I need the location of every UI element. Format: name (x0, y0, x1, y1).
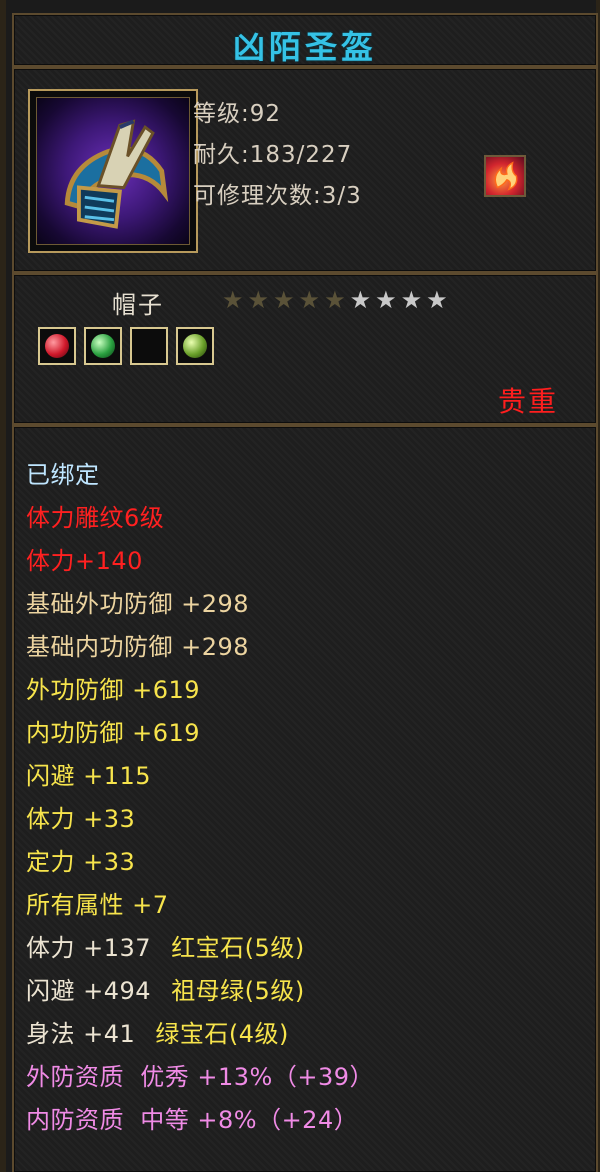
attr-dodge: 闪避 +115 (26, 762, 152, 790)
gem-slot-1[interactable] (38, 327, 76, 365)
star-rating: ★ ★ ★ ★ ★ ★ ★ ★ ★ (222, 287, 448, 313)
attr-gem-3-source: 绿宝石(4级) (155, 1020, 289, 1048)
green-gem-icon (91, 334, 115, 358)
attr-engrave-bonus: 体力+140 (26, 547, 143, 575)
attr-inner-aptitude: 内防资质 中等 +8%（+24） (26, 1106, 359, 1134)
attr-gem-2-value: 闪避 +494 (26, 977, 160, 1005)
helmet-graphic (64, 119, 169, 229)
title-bar: 凶陌圣盔 (12, 13, 598, 67)
attr-outer-def: 外功防御 +619 (26, 676, 201, 704)
rarity-label: 贵重 (498, 385, 559, 418)
attr-gem-3: 身法 +41 绿宝石(4级) (26, 1014, 289, 1049)
attr-gem-1-value: 体力 +137 (26, 934, 160, 962)
attr-outer-aptitude: 外防资质 优秀 +13%（+39） (26, 1063, 374, 1091)
star-icon: ★ (375, 286, 397, 314)
attr-engrave: 体力雕纹6级 (26, 504, 165, 532)
bind-status: 已绑定 (26, 461, 100, 489)
gem-slot-3[interactable] (130, 327, 168, 365)
flame-crest-icon[interactable] (484, 155, 526, 197)
item-info-panel (12, 67, 598, 273)
attr-focus: 定力 +33 (26, 848, 136, 876)
attr-gem-2: 闪避 +494 祖母绿(5级) (26, 971, 305, 1006)
attr-all-stats: 所有属性 +7 (26, 891, 169, 919)
gem-slot-2[interactable] (84, 327, 122, 365)
item-name: 凶陌圣盔 (232, 28, 377, 66)
helmet-icon (36, 97, 190, 245)
attr-gem-1: 体力 +137 红宝石(5级) (26, 928, 305, 963)
star-icon: ★ (247, 286, 270, 314)
item-durability: 耐久:183/227 (193, 142, 353, 168)
star-icon: ★ (400, 286, 423, 314)
attr-base-outer-def: 基础外功防御 +298 (26, 590, 250, 618)
star-icon: ★ (426, 286, 448, 314)
item-repair-count: 可修理次数:3/3 (193, 183, 362, 209)
attr-gem-2-source: 祖母绿(5级) (171, 977, 305, 1005)
attr-inner-def: 内功防御 +619 (26, 719, 201, 747)
star-icon: ★ (324, 286, 346, 314)
olive-gem-icon (183, 334, 207, 358)
star-icon: ★ (273, 286, 295, 314)
red-gem-icon (45, 334, 69, 358)
gem-slot-4[interactable] (176, 327, 214, 365)
item-icon-frame (28, 89, 198, 253)
gem-slots (38, 327, 214, 365)
attr-stamina: 体力 +33 (26, 805, 136, 833)
star-icon: ★ (222, 286, 244, 314)
star-icon: ★ (349, 286, 372, 314)
attr-gem-1-source: 红宝石(5级) (171, 934, 305, 962)
attr-gem-3-value: 身法 +41 (26, 1020, 144, 1048)
item-type: 帽子 (112, 291, 164, 319)
star-icon: ★ (298, 286, 321, 314)
flame-crest-graphic (494, 161, 518, 191)
item-level: 等级:92 (193, 101, 282, 127)
attr-base-inner-def: 基础内功防御 +298 (26, 633, 250, 661)
